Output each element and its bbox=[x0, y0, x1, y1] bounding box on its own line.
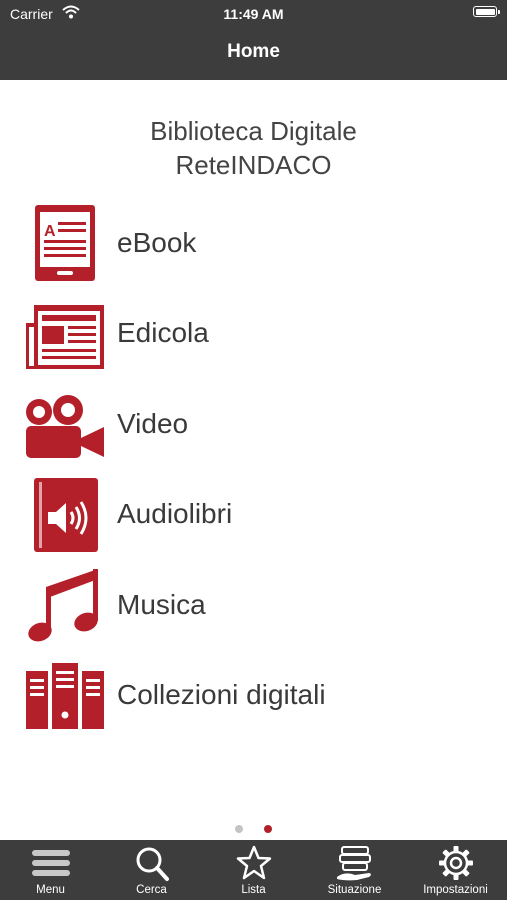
library-title-line1: Biblioteca Digitale bbox=[150, 116, 357, 146]
newspaper-icon bbox=[26, 305, 104, 369]
tab-bar: Menu Cerca Lista Situazione Impostazioni bbox=[0, 840, 507, 900]
archive-binders-icon bbox=[26, 663, 104, 729]
tab-label: Menu bbox=[36, 884, 65, 896]
menu-item-musica[interactable]: Musica bbox=[0, 561, 507, 649]
menu-item-label: Edicola bbox=[117, 317, 209, 348]
battery-icon bbox=[473, 6, 500, 17]
library-title-line2: ReteINDACO bbox=[175, 150, 332, 180]
tab-menu[interactable]: Menu bbox=[0, 840, 101, 900]
menu-item-label: Collezioni digitali bbox=[117, 679, 326, 710]
music-note-icon bbox=[28, 569, 98, 642]
menu-item-ebook[interactable]: A eBook bbox=[0, 199, 507, 287]
status-time: 11:49 AM bbox=[223, 6, 284, 22]
tab-label: Impostazioni bbox=[423, 884, 488, 896]
audiobook-icon bbox=[34, 478, 98, 552]
menu-item-edicola[interactable]: Edicola bbox=[0, 289, 507, 377]
ebook-reader-icon: A bbox=[35, 205, 95, 281]
tab-label: Cerca bbox=[136, 884, 167, 896]
page-indicator[interactable] bbox=[0, 820, 507, 838]
tab-cerca[interactable]: Cerca bbox=[101, 840, 202, 900]
video-camera-icon bbox=[26, 395, 104, 458]
svg-text:A: A bbox=[44, 223, 56, 240]
tab-impostazioni[interactable]: Impostazioni bbox=[405, 840, 506, 900]
menu-item-video[interactable]: Video bbox=[0, 380, 507, 468]
page-dot-1[interactable] bbox=[235, 825, 244, 833]
menu-item-audiolibri[interactable]: Audiolibri bbox=[0, 470, 507, 558]
menu-item-label: Video bbox=[117, 408, 189, 439]
menu-item-label: eBook bbox=[117, 227, 197, 258]
menu-item-label: Audiolibri bbox=[117, 498, 233, 529]
page-dot-2-active[interactable] bbox=[263, 825, 272, 833]
menu-item-collezioni-digitali[interactable]: Collezioni digitali bbox=[0, 651, 507, 739]
tab-label: Lista bbox=[241, 884, 266, 896]
tab-lista[interactable]: Lista bbox=[203, 840, 304, 900]
search-icon bbox=[136, 847, 169, 881]
library-title: Biblioteca Digitale ReteINDACO bbox=[0, 114, 507, 182]
header: Carrier 11:49 AM Home bbox=[0, 0, 507, 80]
menu-item-label: Musica bbox=[117, 589, 206, 620]
tab-situazione[interactable]: Situazione bbox=[304, 840, 405, 900]
star-icon bbox=[236, 845, 272, 880]
books-hand-icon bbox=[337, 846, 371, 881]
tab-label: Situazione bbox=[327, 884, 382, 896]
hamburger-menu-icon bbox=[32, 850, 70, 876]
gear-icon bbox=[439, 846, 473, 880]
page-title: Home bbox=[227, 41, 280, 62]
